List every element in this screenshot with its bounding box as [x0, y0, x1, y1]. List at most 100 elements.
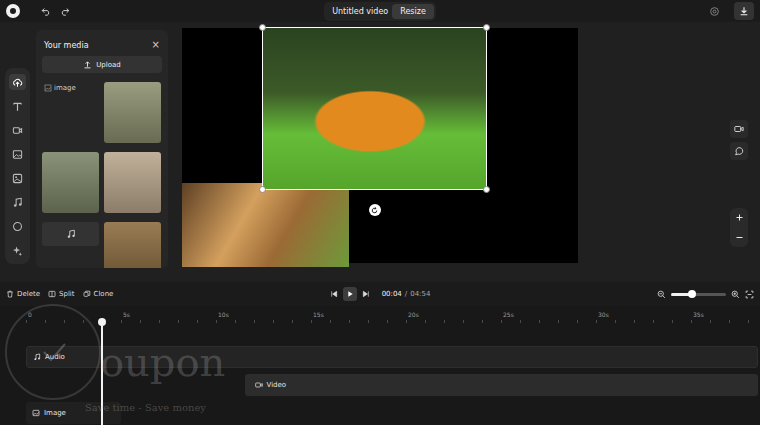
music-icon [33, 353, 41, 361]
zoom-out-icon[interactable] [657, 290, 666, 299]
track-clip[interactable]: Image [26, 402, 121, 424]
canvas-zoom [730, 208, 748, 247]
clip-actions: Delete Split Clone [6, 290, 330, 298]
upload-label: Upload [96, 61, 121, 69]
rail-item[interactable] [9, 98, 26, 114]
redo-icon[interactable] [60, 6, 70, 16]
watermark-brand: oupon [100, 342, 225, 382]
upload-icon [12, 77, 23, 88]
rail-item[interactable] [9, 122, 26, 138]
time-display: 00:04 / 04:54 [382, 290, 431, 298]
media-item[interactable] [104, 152, 161, 213]
delete-button[interactable]: Delete [6, 290, 40, 298]
rail-item[interactable] [9, 194, 26, 210]
top-bar: Untitled video Resize [0, 0, 760, 22]
rail-item[interactable] [9, 146, 26, 162]
ruler-tick: 10s [216, 311, 229, 318]
music-icon [12, 197, 23, 208]
tool-rail [0, 22, 36, 282]
title-group: Untitled video Resize [324, 2, 436, 21]
camera-button[interactable] [730, 120, 748, 138]
play-button[interactable] [343, 287, 357, 301]
media-item[interactable] [42, 222, 99, 246]
media-item[interactable] [104, 222, 161, 268]
watermark-circle [5, 304, 101, 400]
time-ruler: 05s10s15s20s25s30s35s [0, 306, 760, 326]
minus-icon[interactable] [735, 233, 744, 242]
video-title[interactable]: Untitled video [332, 7, 388, 16]
broken-image-icon [44, 84, 52, 92]
right-tools [726, 22, 760, 282]
timeline: 05s10s15s20s25s30s35s Audio Video Image [0, 306, 760, 425]
zoom-slider-thumb[interactable] [688, 290, 696, 298]
resize-handle[interactable] [259, 24, 266, 31]
spacer [578, 22, 726, 282]
playhead[interactable] [101, 322, 103, 425]
plus-icon[interactable] [735, 213, 744, 222]
logo-icon[interactable] [6, 4, 20, 18]
skip-back-icon[interactable] [330, 290, 338, 298]
track-clip[interactable]: Video [245, 374, 758, 396]
resize-button[interactable]: Resize [392, 4, 434, 19]
ruler-tick: 5s [121, 311, 130, 318]
media-item[interactable] [104, 82, 161, 143]
sparkle-icon [12, 245, 23, 256]
captions-button[interactable] [730, 142, 748, 160]
stock-image-icon [12, 173, 23, 184]
rail-item[interactable] [9, 170, 26, 186]
preview-canvas [182, 28, 578, 263]
track-clip[interactable]: Audio [26, 346, 758, 368]
rotate-handle[interactable] [369, 204, 381, 216]
media-item[interactable]: image [42, 82, 99, 143]
action-label: Clone [94, 290, 114, 298]
timeline-toolbar: Delete Split Clone 00:04 / 04:54 [0, 282, 760, 306]
workspace: Your media × Upload image [0, 22, 760, 282]
image-icon [12, 149, 23, 160]
track-label: Audio [45, 353, 65, 361]
music-icon [66, 229, 76, 239]
rail-item[interactable] [9, 242, 26, 258]
chat-icon [734, 146, 744, 156]
playhead-handle[interactable] [98, 318, 106, 326]
fit-icon[interactable] [745, 290, 754, 299]
resize-handle[interactable] [483, 24, 490, 31]
logo-dot [10, 8, 16, 14]
video-editor: Untitled video Resize Your media × Uploa… [0, 0, 760, 425]
trash-icon [6, 290, 14, 298]
download-icon [739, 6, 749, 16]
split-icon [48, 290, 56, 298]
upload-icon [83, 60, 92, 69]
resize-handle[interactable] [259, 186, 266, 193]
track-row: Video [0, 374, 760, 396]
rotate-icon [370, 206, 379, 215]
ruler-tick: 25s [501, 311, 514, 318]
undo-icon[interactable] [41, 6, 51, 16]
zoom-in-icon[interactable] [731, 290, 740, 299]
clone-button[interactable]: Clone [83, 290, 114, 298]
watermark-tagline: Save time - Save money [85, 402, 206, 413]
split-button[interactable]: Split [48, 290, 75, 298]
media-item[interactable] [42, 152, 99, 213]
close-button[interactable]: × [152, 40, 160, 50]
current-time: 00:04 [382, 290, 402, 298]
export-button[interactable] [734, 2, 754, 20]
timeline-zoom [430, 290, 754, 299]
rail-item[interactable] [9, 218, 26, 234]
track-label: Video [267, 381, 287, 389]
camera-icon [734, 124, 744, 134]
ruler-tick: 30s [596, 311, 609, 318]
ruler-minor-ticks [26, 320, 760, 323]
top-bar-left [6, 4, 324, 18]
ruler-tick: 20s [406, 311, 419, 318]
settings-icon[interactable] [709, 6, 720, 17]
zoom-slider[interactable] [671, 293, 726, 296]
skip-forward-icon[interactable] [362, 290, 370, 298]
canvas-layer[interactable] [182, 183, 349, 267]
upload-button[interactable]: Upload [42, 56, 162, 73]
top-bar-right [436, 2, 754, 20]
track-row: Image [0, 402, 760, 424]
resize-handle[interactable] [483, 186, 490, 193]
rail-item[interactable] [9, 74, 26, 90]
shape-icon [12, 221, 23, 232]
canvas-layer[interactable] [263, 28, 486, 189]
